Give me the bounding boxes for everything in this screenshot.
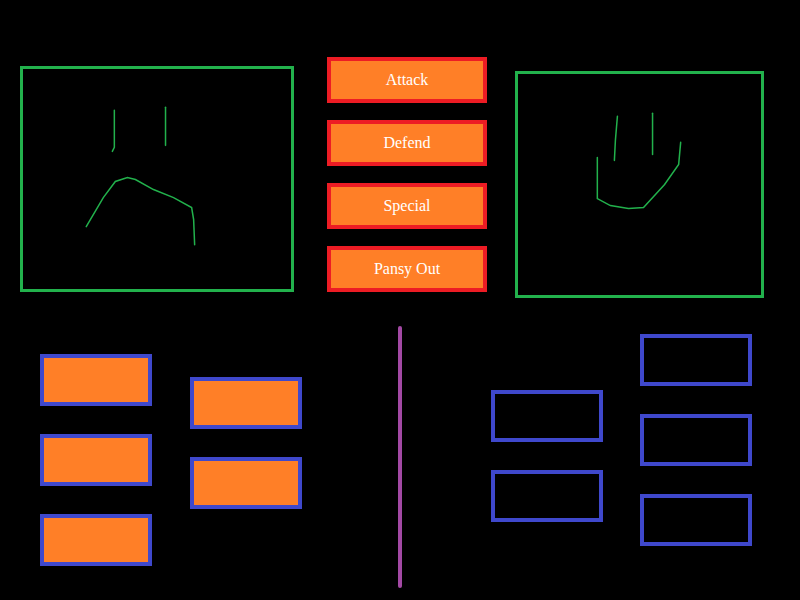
- player-slot[interactable]: [40, 354, 152, 406]
- battle-screen: Attack Defend Special Pansy Out: [0, 0, 800, 600]
- player-sketch-icon: [23, 69, 291, 289]
- enemy-slot[interactable]: [491, 390, 603, 442]
- top-row: Attack Defend Special Pansy Out: [0, 0, 800, 326]
- action-menu: Attack Defend Special Pansy Out: [327, 57, 487, 292]
- enemy-slot[interactable]: [640, 414, 752, 466]
- player-portrait: [20, 66, 294, 292]
- player-slot[interactable]: [40, 434, 152, 486]
- enemy-slot-column: [640, 334, 752, 546]
- divider: [398, 326, 402, 588]
- action-button[interactable]: Pansy Out: [327, 246, 487, 292]
- player-slot-column: [40, 354, 152, 566]
- player-slot[interactable]: [190, 377, 302, 429]
- action-button[interactable]: Attack: [327, 57, 487, 103]
- enemy-slot[interactable]: [491, 470, 603, 522]
- enemy-slot-column: [491, 390, 603, 522]
- enemy-slot[interactable]: [640, 334, 752, 386]
- enemy-slot[interactable]: [640, 494, 752, 546]
- action-button[interactable]: Defend: [327, 120, 487, 166]
- party-row: [0, 326, 800, 600]
- player-slot[interactable]: [190, 457, 302, 509]
- player-slot[interactable]: [40, 514, 152, 566]
- enemy-portrait: [515, 71, 764, 298]
- player-slot-column: [190, 377, 302, 509]
- action-button[interactable]: Special: [327, 183, 487, 229]
- hand-sketch-icon: [518, 74, 761, 295]
